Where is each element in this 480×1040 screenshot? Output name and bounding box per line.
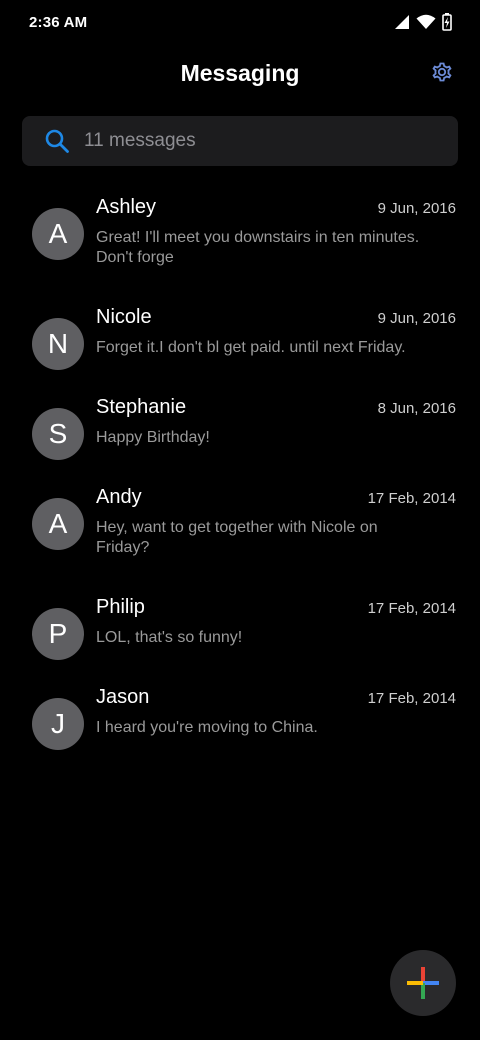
status-bar: 2:36 AM <box>0 0 480 44</box>
gear-icon <box>432 62 452 82</box>
conversation-item[interactable]: A Ashley 9 Jun, 2016 Great! I'll meet yo… <box>0 186 480 296</box>
contact-name: Stephanie <box>96 396 187 418</box>
avatar: S <box>32 408 84 460</box>
conversation-header: Nicole 9 Jun, 2016 <box>96 306 456 334</box>
message-date: 17 Feb, 2014 <box>367 690 456 707</box>
avatar: A <box>32 498 84 550</box>
conversation-item[interactable]: P Philip 17 Feb, 2014 LOL, that's so fun… <box>0 586 480 676</box>
avatar: N <box>32 318 84 370</box>
conversation-item[interactable]: J Jason 17 Feb, 2014 I heard you're movi… <box>0 676 480 766</box>
status-icons <box>394 13 452 31</box>
message-snippet: Happy Birthday! <box>96 429 210 446</box>
search-bar[interactable] <box>22 116 458 166</box>
search-input[interactable] <box>84 130 414 152</box>
plus-icon <box>407 967 439 999</box>
conversation-item[interactable]: A Andy 17 Feb, 2014 Hey, want to get tog… <box>0 476 480 586</box>
contact-name: Philip <box>96 596 145 618</box>
message-snippet: Great! I'll meet you downstairs in ten m… <box>96 229 420 266</box>
message-date: 17 Feb, 2014 <box>367 600 456 617</box>
conversation-list: A Ashley 9 Jun, 2016 Great! I'll meet yo… <box>0 186 480 766</box>
conversation-body: Stephanie 8 Jun, 2016 Happy Birthday! <box>96 396 456 448</box>
wifi-icon <box>416 14 436 29</box>
message-date: 9 Jun, 2016 <box>377 310 456 327</box>
message-date: 17 Feb, 2014 <box>367 490 456 507</box>
message-date: 8 Jun, 2016 <box>377 400 456 417</box>
message-snippet: I heard you're moving to China. <box>96 719 318 736</box>
app-header: Messaging <box>0 48 480 98</box>
messaging-screen: 2:36 AM Messaging 11 messages A Ashley 9… <box>0 0 480 1040</box>
conversation-body: Nicole 9 Jun, 2016 Forget it.I don't bl … <box>96 306 456 358</box>
conversation-header: Andy 17 Feb, 2014 <box>96 486 456 514</box>
contact-name: Jason <box>96 686 150 708</box>
avatar: A <box>32 208 84 260</box>
message-date: 9 Jun, 2016 <box>377 200 456 217</box>
conversation-item[interactable]: S Stephanie 8 Jun, 2016 Happy Birthday! <box>0 386 480 476</box>
page-title: Messaging <box>180 59 300 86</box>
avatar: J <box>32 698 84 750</box>
conversation-item[interactable]: N Nicole 9 Jun, 2016 Forget it.I don't b… <box>0 296 480 386</box>
avatar: P <box>32 608 84 660</box>
contact-name: Nicole <box>96 306 152 328</box>
conversation-body: Jason 17 Feb, 2014 I heard you're moving… <box>96 686 456 738</box>
contact-name: Andy <box>96 486 142 508</box>
message-snippet: LOL, that's so funny! <box>96 629 243 646</box>
settings-button[interactable] <box>428 58 456 86</box>
message-snippet: Forget it.I don't bl get paid. until nex… <box>96 339 406 356</box>
conversation-header: Stephanie 8 Jun, 2016 <box>96 396 456 424</box>
conversation-body: Philip 17 Feb, 2014 LOL, that's so funny… <box>96 596 456 648</box>
conversation-header: Philip 17 Feb, 2014 <box>96 596 456 624</box>
conversation-body: Andy 17 Feb, 2014 Hey, want to get toget… <box>96 486 456 558</box>
signal-icon <box>395 15 409 29</box>
conversation-header: Jason 17 Feb, 2014 <box>96 686 456 714</box>
conversation-body: Ashley 9 Jun, 2016 Great! I'll meet you … <box>96 196 456 268</box>
search-icon <box>45 129 69 153</box>
contact-name: Ashley <box>96 196 157 218</box>
message-snippet: Hey, want to get together with Nicole on… <box>96 519 378 556</box>
new-message-button[interactable] <box>390 950 456 1016</box>
status-time: 2:36 AM <box>29 13 88 31</box>
battery-charging-icon <box>442 13 452 31</box>
conversation-header: Ashley 9 Jun, 2016 <box>96 196 456 224</box>
